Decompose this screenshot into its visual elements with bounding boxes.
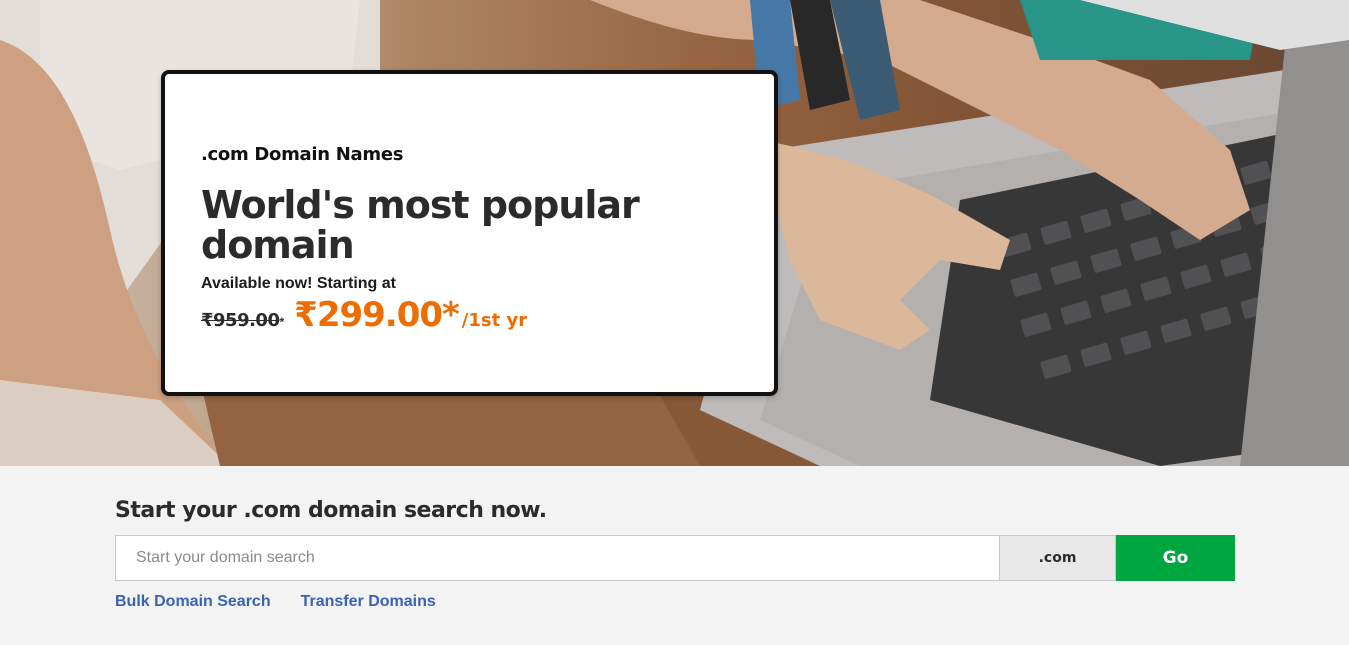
sale-price-asterisk: * [442, 295, 460, 335]
domain-search-section: Start your .com domain search now. .com … [0, 466, 1349, 645]
bulk-domain-search-link[interactable]: Bulk Domain Search [115, 593, 271, 611]
promo-eyebrow: .com Domain Names [201, 144, 404, 165]
search-heading: Start your .com domain search now. [115, 498, 547, 523]
price-term: /1st yr [461, 310, 528, 331]
promo-headline: World's most popular domain [201, 183, 640, 267]
tld-label: .com [999, 535, 1116, 581]
original-price: ₹959.00 [201, 310, 280, 331]
search-links: Bulk Domain Search Transfer Domains [115, 593, 436, 611]
price-row: ₹959.00 * ₹299.00 * /1st yr [201, 295, 738, 335]
domain-search-input[interactable] [115, 535, 999, 581]
original-price-asterisk: * [279, 315, 285, 329]
sale-price: ₹299.00 [294, 295, 443, 335]
go-button[interactable]: Go [1116, 535, 1235, 581]
hero-banner: .com Domain Names World's most popular d… [0, 0, 1349, 466]
availability-text: Available now! Starting at [201, 275, 396, 292]
transfer-domains-link[interactable]: Transfer Domains [301, 593, 436, 611]
domain-search-form: .com Go [115, 535, 1235, 581]
domain-landing-page: .com Domain Names World's most popular d… [0, 0, 1349, 645]
promo-card: .com Domain Names World's most popular d… [161, 70, 778, 396]
